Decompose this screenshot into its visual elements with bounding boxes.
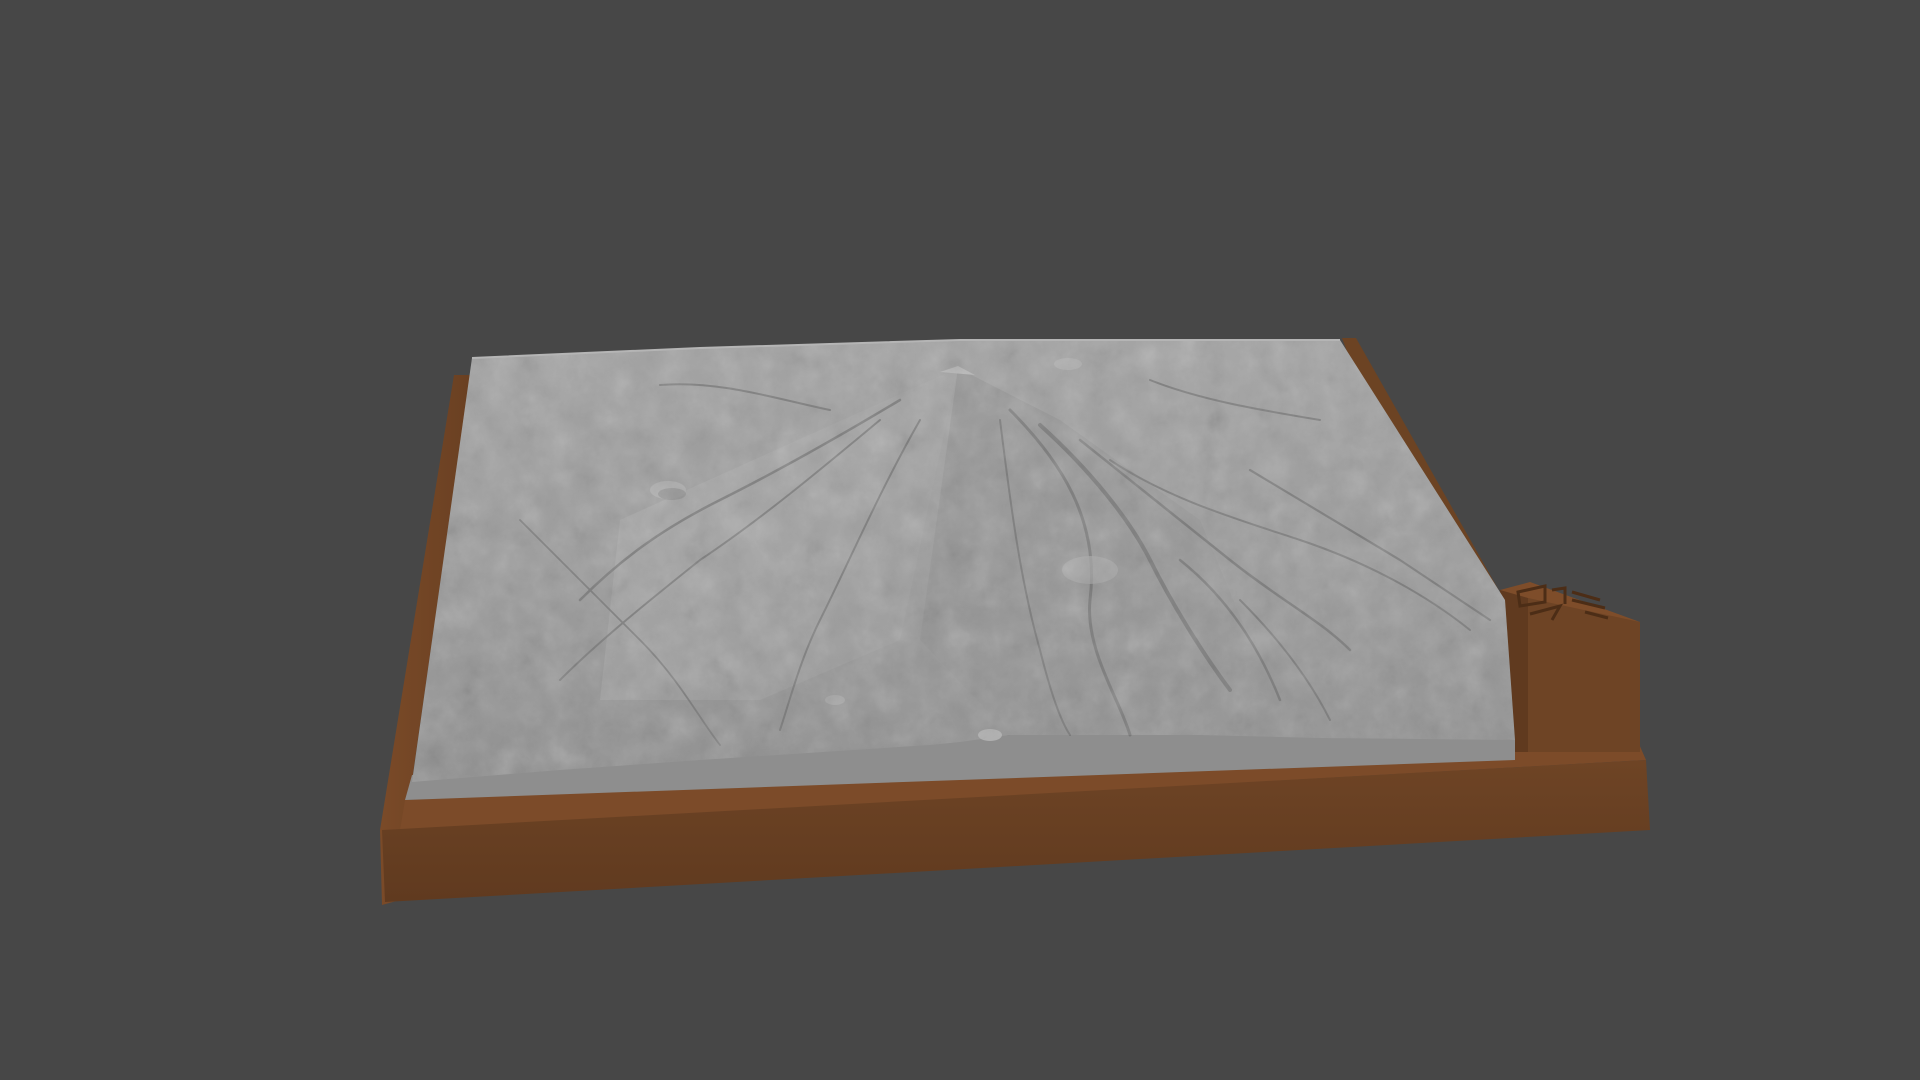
3d-viewport[interactable] [0,0,1920,1080]
label-block [1500,582,1640,752]
terrain-model-render [380,338,1650,905]
terrain-texture [412,340,1515,782]
